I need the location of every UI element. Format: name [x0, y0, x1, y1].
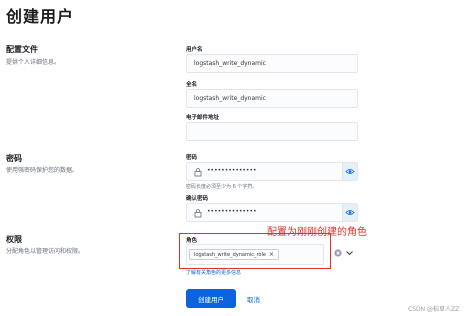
- clear-icon[interactable]: [334, 249, 342, 257]
- roles-help-link[interactable]: 了解有关角色的更多信息: [186, 269, 241, 276]
- roles-combobox-controls[interactable]: [334, 247, 356, 259]
- fullname-label: 全名: [186, 82, 198, 88]
- remove-role-icon[interactable]: ×: [269, 251, 274, 258]
- username-field[interactable]: logstash_write_dynamic: [186, 54, 358, 73]
- fullname-field[interactable]: logstash_write_dynamic: [186, 89, 358, 108]
- eye-icon: [345, 169, 355, 174]
- role-pill[interactable]: logstash_write_dynamic_role ×: [189, 249, 279, 260]
- lock-icon: [194, 168, 202, 177]
- confirm-password-field[interactable]: ••••••••••••••: [186, 203, 358, 222]
- privileges-section-title: 权限: [6, 235, 22, 244]
- confirm-password-value: ••••••••••••••: [207, 208, 257, 215]
- confirm-password-label: 确认密码: [186, 196, 209, 202]
- fullname-value: logstash_write_dynamic: [194, 95, 266, 102]
- show-password-button[interactable]: [342, 163, 357, 180]
- annotation-box: 角色 logstash_write_dynamic_role ×: [179, 233, 331, 269]
- profile-section-title: 配置文件: [6, 45, 38, 54]
- username-value: logstash_write_dynamic: [194, 60, 266, 67]
- password-field[interactable]: ••••••••••••••: [186, 162, 358, 181]
- page-title: 创建用户: [6, 7, 75, 26]
- roles-label: 角色: [186, 238, 198, 244]
- chevron-down-icon[interactable]: [345, 249, 354, 257]
- email-label: 电子邮件地址: [186, 115, 220, 121]
- privileges-section-desc: 分配角色以管理访问和权限。: [6, 248, 85, 255]
- eye-icon: [345, 210, 355, 215]
- watermark: CSDN @稻草人ZZ: [408, 306, 460, 313]
- lock-icon: [194, 209, 202, 218]
- create-user-button[interactable]: 创建用户: [186, 289, 236, 308]
- roles-combobox[interactable]: logstash_write_dynamic_role ×: [186, 244, 324, 265]
- password-help: 密码长度必须至少为 6 个字符。: [186, 184, 258, 190]
- profile-section-desc: 提供个人详细信息。: [6, 59, 61, 66]
- password-section-title: 密码: [6, 154, 22, 163]
- username-label: 用户名: [186, 47, 203, 53]
- cancel-link[interactable]: 取消: [247, 294, 260, 304]
- role-pill-label: logstash_write_dynamic_role: [194, 251, 266, 258]
- password-section-desc: 使用强密码保护您的数据。: [6, 167, 79, 174]
- email-field[interactable]: [186, 122, 358, 141]
- password-value: ••••••••••••••: [207, 167, 257, 174]
- password-label: 密码: [186, 155, 198, 161]
- show-confirm-password-button[interactable]: [342, 204, 357, 221]
